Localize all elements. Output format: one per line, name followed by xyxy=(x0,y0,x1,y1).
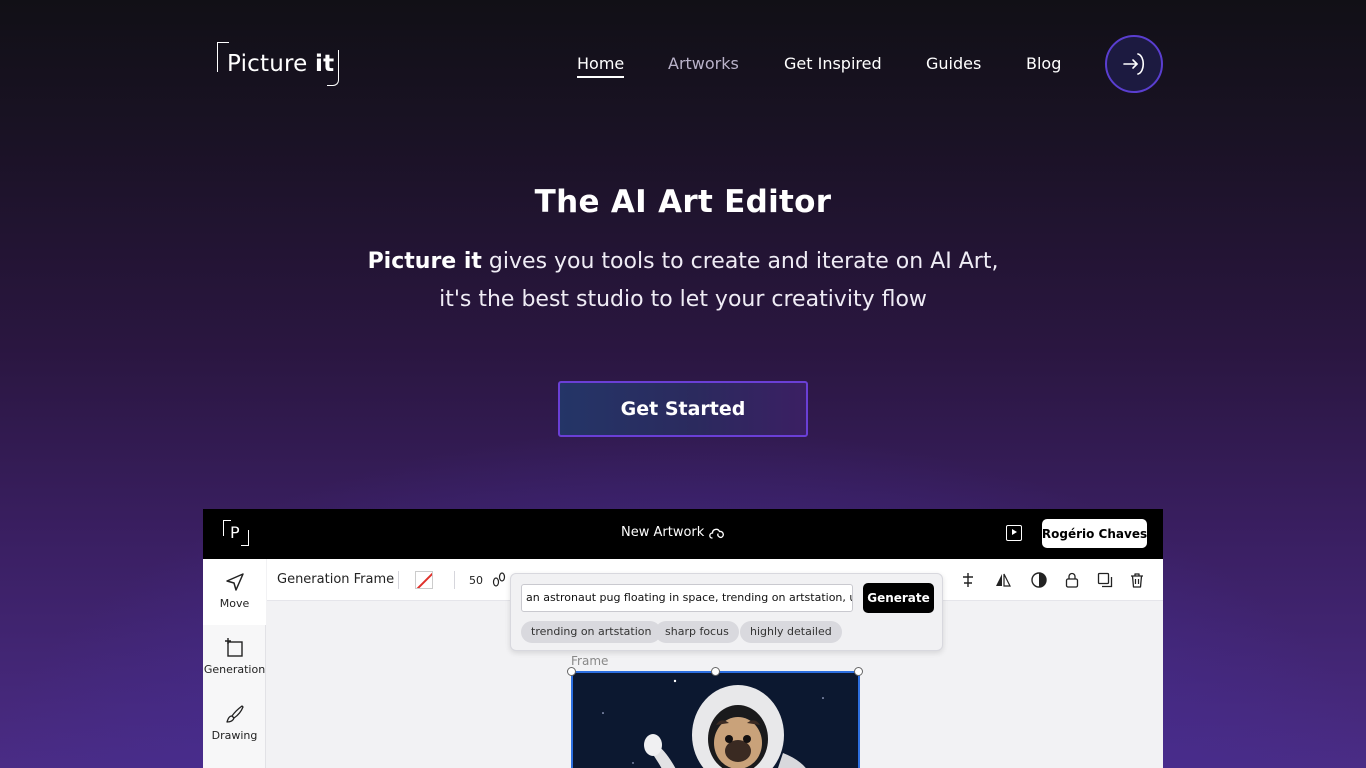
nav-link-guides[interactable]: Guides xyxy=(926,54,981,73)
editor-logo-bracket-right xyxy=(241,530,249,546)
tool-drawing-label: Drawing xyxy=(211,729,258,742)
astronaut-pug-artwork xyxy=(573,673,858,768)
duplicate-icon[interactable] xyxy=(1096,571,1114,589)
picture-it-logo[interactable]: Picture it xyxy=(215,41,341,87)
hero-subtitle-line-1: Picture it gives you tools to create and… xyxy=(367,249,999,274)
editor-header: P New Artwork Rogério Chaves xyxy=(203,509,1163,559)
hero-title: The AI Art Editor xyxy=(534,184,832,220)
prompt-input[interactable]: an astronaut pug floating in space, tren… xyxy=(521,584,853,612)
tool-generation-label: Generation xyxy=(203,663,266,676)
top-navigation: Picture it Home Artworks Get Inspired Gu… xyxy=(0,0,1366,128)
tool-move-label: Move xyxy=(219,597,250,610)
sign-in-icon xyxy=(1123,53,1145,75)
frame-plus-icon xyxy=(224,638,243,657)
artwork-title[interactable]: New Artwork xyxy=(621,525,704,540)
generation-frame[interactable] xyxy=(571,671,860,768)
user-menu-button[interactable]: Rogério Chaves xyxy=(1042,519,1147,548)
nav-link-get-inspired[interactable]: Get Inspired xyxy=(784,54,882,73)
toolbar-divider xyxy=(454,571,455,589)
contrast-icon[interactable] xyxy=(1030,571,1048,589)
play-preview-icon[interactable] xyxy=(1006,525,1022,541)
resize-handle-top-right[interactable] xyxy=(854,667,863,676)
generate-button[interactable]: Generate xyxy=(863,583,934,613)
toolbar-divider xyxy=(398,571,399,589)
nav-link-blog[interactable]: Blog xyxy=(1026,54,1061,73)
resize-handle-top-center[interactable] xyxy=(711,667,720,676)
get-started-button[interactable]: Get Started xyxy=(558,381,808,437)
tools-sidebar: Move Generation Drawing xyxy=(203,559,266,768)
align-center-icon[interactable] xyxy=(959,571,977,589)
generation-prompt-popup: an astronaut pug floating in space, tren… xyxy=(510,573,943,651)
brush-icon xyxy=(225,705,244,723)
tool-generation[interactable]: Generation xyxy=(203,625,266,691)
tool-drawing[interactable]: Drawing xyxy=(203,691,266,757)
nav-link-home[interactable]: Home xyxy=(577,54,625,78)
suggestion-chip[interactable]: trending on artstation xyxy=(521,621,662,643)
frame-label: Frame xyxy=(571,654,609,668)
trash-icon[interactable] xyxy=(1128,571,1146,589)
cursor-arrow-icon xyxy=(225,573,244,591)
editor-logo-letter: P xyxy=(230,523,240,542)
editor-preview: P New Artwork Rogério Chaves Move Genera… xyxy=(203,509,1163,768)
lock-icon[interactable] xyxy=(1063,571,1081,589)
selected-layer-type: Generation Frame xyxy=(277,572,395,587)
suggestion-chip[interactable]: sharp focus xyxy=(655,621,739,643)
login-button[interactable] xyxy=(1105,35,1163,93)
brush-size-value[interactable]: 50 xyxy=(469,574,483,587)
nav-link-artworks[interactable]: Artworks xyxy=(668,54,739,73)
footsteps-icon[interactable] xyxy=(490,571,508,589)
hero-subtitle: Picture it gives you tools to create and… xyxy=(0,243,1366,319)
flip-horizontal-icon[interactable] xyxy=(994,571,1012,589)
editor-logo[interactable]: P xyxy=(223,520,249,546)
color-swatch-none[interactable] xyxy=(415,571,433,589)
cloud-sync-icon xyxy=(709,528,724,539)
hero-subtitle-line-2: it's the best studio to let your creativ… xyxy=(439,287,927,312)
resize-handle-top-left[interactable] xyxy=(567,667,576,676)
tool-move[interactable]: Move xyxy=(203,559,266,625)
logo-text: Picture it xyxy=(227,51,335,77)
suggestion-chip[interactable]: highly detailed xyxy=(740,621,842,643)
